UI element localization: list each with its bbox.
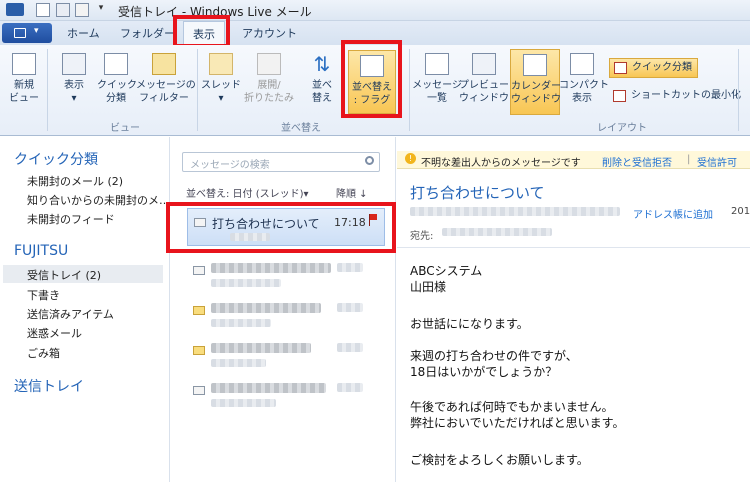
body-line: 18日はいかがでしょうか？ [410,365,558,379]
sort-selector[interactable]: 並べ替え: 日付 (スレッド)▾ [186,185,309,200]
list-item[interactable] [187,377,385,415]
list-item[interactable] [187,337,385,375]
thread-icon [209,53,233,75]
delete-and-block-link[interactable]: 削除と受信拒否 [602,154,672,169]
search-input[interactable]: メッセージの検索 [182,152,380,172]
display-icon [62,53,86,75]
envelope-icon [193,266,205,275]
app-icon [6,3,24,16]
sort-order-toggle[interactable]: 降順 ↓ [336,185,368,200]
highlight-box-selected-message [166,202,396,253]
account-header[interactable]: FUJITSU [14,243,68,259]
message-list-pane: メッセージの検索 並べ替え: 日付 (スレッド)▾ 降順 ↓ 打ち合わせについて… [170,137,396,482]
menu-icon [14,28,26,38]
message-filter-button[interactable]: メッセージの フィルター [136,53,196,105]
preview-window-icon [472,53,496,75]
body-line: ご検討をよろしくお願いします。 [410,453,589,467]
list-item[interactable] [187,297,385,335]
group-label-sort: 並べ替え [281,123,321,134]
list-item[interactable] [187,257,385,295]
folder-trash[interactable]: ごみ箱 [27,345,60,361]
filter-envelope-icon [152,53,176,75]
separator [409,49,410,131]
thread-button[interactable]: スレッド ▾ [201,53,241,105]
body-line: お世話にになります。 [410,317,529,331]
message-date-partial: 201 [731,206,750,217]
envelope-unread-icon [193,346,205,355]
minimize-shortcuts-icon [613,90,626,102]
quick-views-header[interactable]: クイック分類 [14,149,98,169]
group-label-layout: レイアウト [597,123,647,134]
warning-icon: ! [405,153,416,164]
message-list-icon [425,53,449,75]
recipient-redacted [442,228,552,236]
folder-unread-mail[interactable]: 未開封のメール (2) [27,173,123,189]
folder-inbox[interactable]: 受信トレイ (2) [27,267,101,283]
compact-view-icon [570,53,594,75]
calendar-window-icon [523,54,547,76]
envelope-unread-icon [193,306,205,315]
folder-junk[interactable]: 迷惑メール [27,325,82,341]
preview-window-button[interactable]: プレビュー ウィンドウ [459,53,509,105]
folder-outbox[interactable]: 送信トレイ [14,376,84,396]
checklist-icon [104,53,128,75]
send-receive-icon[interactable] [75,3,89,17]
reading-pane: ! 不明な差出人からのメッセージです 削除と受信拒否 | 受信許可 打ち合わせに… [397,137,750,482]
compact-view-button[interactable]: コンパクト 表示 [559,53,609,105]
divider [397,247,750,248]
to-label: 宛先: [410,231,434,242]
title-bar: ▾ 受信トレイ - Windows Live メール [0,0,750,21]
add-to-contacts-link[interactable]: アドレス帳に追加 [633,206,713,221]
body-line: 午後であれば何時でもかまいません。 [410,400,614,414]
separator [738,49,739,131]
sort-arrows-icon: ⇅ [313,52,331,76]
expand-collapse-button[interactable]: 展開/ 折りたたみ [241,53,297,105]
body-line: ABCシステム [410,264,483,278]
highlight-box-sort-flag [341,40,402,118]
folder-unread-from-contacts[interactable]: 知り合いからの未開封のメ… [27,192,170,208]
tab-home[interactable]: ホーム [67,25,100,41]
new-view-button[interactable]: 新規 ビュー [7,53,41,105]
calendar-window-button[interactable]: カレンダー ウィンドウ [510,49,561,115]
folder-pane: クイック分類 未開封のメール (2) 知り合いからの未開封のメ… 未開封のフィー… [0,137,170,482]
message-subject-header: 打ち合わせについて [410,184,545,202]
minimize-shortcuts-button[interactable]: ショートカットの最小化 [609,87,746,107]
separator [197,49,198,131]
tab-account[interactable]: アカウント [242,25,297,41]
quick-views-toggle[interactable]: クイック分類 [609,58,698,78]
body-line: 山田様 [410,280,447,294]
message-list-button[interactable]: メッセージ 一覧 [412,53,462,105]
app-menu-button[interactable]: ▾ [2,23,52,43]
folder-drafts[interactable]: 下書き [27,287,60,303]
body-line: 弊社においでいただければと思います。 [410,416,625,430]
expand-icon [257,53,281,75]
new-mail-icon[interactable] [36,3,50,17]
sender-redacted [410,207,620,216]
new-view-icon [12,53,36,75]
quick-views-icon [614,62,627,74]
chevron-down-icon: ▾ [34,26,39,36]
sort-button[interactable]: ⇅ 並べ 替え [303,53,341,105]
allow-sender-link[interactable]: 受信許可 [697,154,737,169]
unknown-sender-bar: ! 不明な差出人からのメッセージです 削除と受信拒否 | 受信許可 [397,151,750,169]
separator [47,49,48,131]
group-label-view: ビュー [110,123,140,134]
quick-views-button[interactable]: クイック 分類 [97,53,137,105]
display-button[interactable]: 表示 ▾ [55,53,93,105]
reply-icon[interactable] [56,3,70,17]
tab-folder[interactable]: フォルダー [120,25,175,41]
search-icon[interactable] [365,156,374,165]
envelope-icon [193,386,205,395]
folder-unread-feeds[interactable]: 未開封のフィード [27,211,115,227]
highlight-box-view-tab [173,15,230,48]
body-line: 来週の打ち合わせの件ですが、 [410,349,578,363]
folder-sent[interactable]: 送信済みアイテム [27,306,114,322]
quick-access-dropdown-icon[interactable]: ▾ [94,3,108,17]
